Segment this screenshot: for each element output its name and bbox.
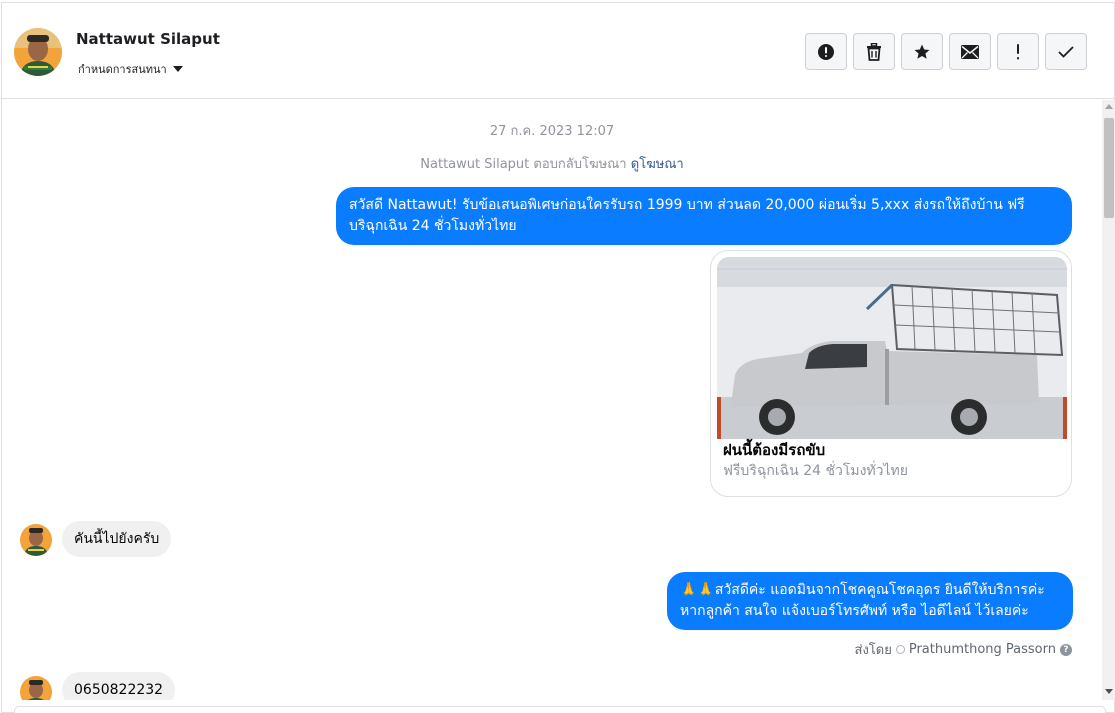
contact-name: Nattawut Silaput — [76, 30, 220, 48]
trash-icon — [867, 42, 881, 61]
conversation-toolbar — [805, 33, 1087, 70]
sent-by-info: ส่งโดย Prathumthong Passorn ? — [855, 639, 1072, 660]
sent-by-name[interactable]: Prathumthong Passorn — [909, 642, 1056, 657]
scroll-down-arrow-icon[interactable] — [1105, 689, 1113, 694]
message-line: บริฉุกเฉิน 24 ชั่วโมงทั่วไทย — [349, 218, 517, 234]
sender-avatar — [20, 676, 52, 700]
star-button[interactable] — [901, 33, 943, 70]
view-ad-link[interactable]: ดูโฆษณา — [631, 157, 684, 172]
message-composer[interactable] — [14, 706, 1106, 713]
envelope-icon — [961, 44, 979, 59]
check-icon — [1058, 45, 1074, 58]
ad-card-subtitle: ฟรีบริฉุกเฉิน 24 ชั่วโมงทั่วไทย — [723, 463, 908, 479]
agent-status-icon — [895, 645, 905, 654]
ad-reply-notice: Nattawut Silaput ตอบกลับโฆษณา ดูโฆษณา — [2, 153, 1100, 174]
incoming-message-bubble[interactable]: คันนี้ไปยังครับ — [62, 521, 172, 557]
assign-conversation-label: กำหนดการสนทนา — [78, 63, 167, 76]
follow-up-button[interactable] — [997, 33, 1039, 70]
message-line: 🙏🙏สวัสดีค่ะ แอดมินจากโชคคูณโชคอุดร ยินดี… — [680, 582, 1045, 598]
ad-card-image — [717, 257, 1067, 439]
contact-avatar[interactable] — [14, 28, 62, 76]
ad-card-title: ฝนนี้ต้องมีรถขับ — [723, 441, 826, 459]
caret-down-icon — [172, 66, 183, 72]
scrollbar-thumb[interactable] — [1104, 118, 1114, 218]
star-icon — [914, 44, 930, 59]
thread-scrollbar[interactable] — [1102, 100, 1115, 700]
mark-spam-button[interactable] — [805, 33, 847, 70]
alert-circle-icon — [818, 43, 834, 60]
outgoing-message-bubble[interactable]: 🙏🙏สวัสดีค่ะ แอดมินจากโชคคูณโชคอุดร ยินดี… — [667, 572, 1073, 630]
ad-card[interactable]: ฝนนี้ต้องมีรถขับ ฟรีบริฉุกเฉิน 24 ชั่วโม… — [710, 250, 1072, 497]
exclamation-icon — [1017, 43, 1019, 59]
message-timestamp: 27 ก.ค. 2023 12:07 — [489, 124, 615, 139]
mark-done-button[interactable] — [1045, 33, 1087, 70]
outgoing-message-bubble[interactable]: สวัสดี Nattawut! รับข้อเสนอพิเศษก่อนใครร… — [336, 187, 1072, 245]
message-line: สวัสดี Nattawut! รับข้อเสนอพิเศษก่อนใครร… — [349, 197, 1025, 213]
mark-unread-button[interactable] — [949, 33, 991, 70]
incoming-message-bubble[interactable]: 0650822232 — [62, 672, 176, 700]
delete-button[interactable] — [853, 33, 895, 70]
help-icon[interactable]: ? — [1060, 643, 1072, 656]
scroll-up-arrow-icon[interactable] — [1105, 104, 1113, 109]
conversation-panel: Nattawut Silaput กำหนดการสนทนา 27 ก.ค. 2… — [1, 2, 1115, 713]
conversation-header: Nattawut Silaput กำหนดการสนทนา — [2, 3, 1114, 99]
message-thread[interactable]: 27 ก.ค. 2023 12:07 Nattawut Silaput ตอบก… — [2, 100, 1100, 700]
assign-conversation-dropdown[interactable]: กำหนดการสนทนา — [78, 60, 183, 78]
message-line: หากลูกค้า สนใจ แจ้งเบอร์โทรศัพท์ หรือ ไอ… — [680, 603, 1029, 619]
sender-avatar — [20, 524, 52, 556]
ad-reply-text: Nattawut Silaput ตอบกลับโฆษณา — [420, 157, 627, 172]
sent-by-label: ส่งโดย — [854, 643, 892, 658]
